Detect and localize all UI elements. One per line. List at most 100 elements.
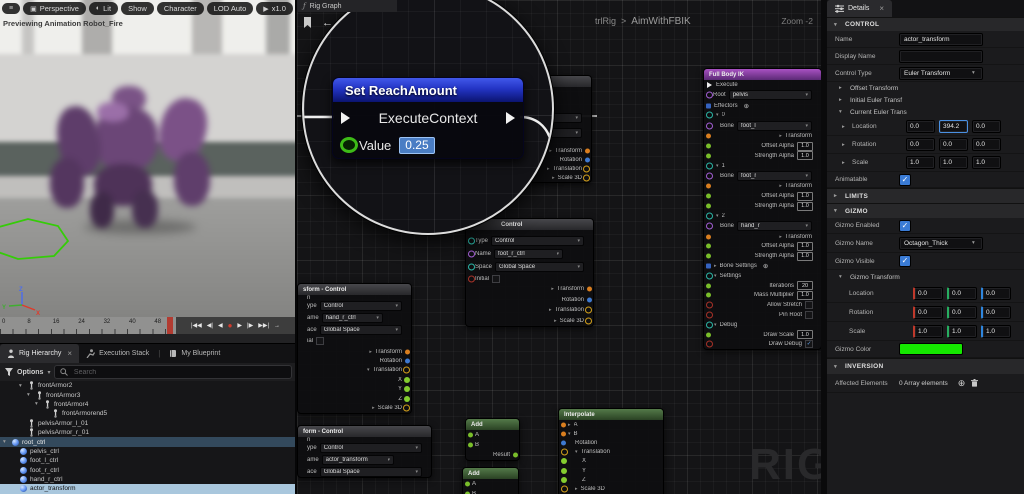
orange-pin[interactable] [587, 287, 592, 292]
purple-pin[interactable] [706, 173, 713, 180]
tree-item-foot_l_ctrl[interactable]: foot_l_ctrl [0, 456, 297, 465]
gizmo-octagon-outline[interactable] [0, 210, 90, 270]
red-pin[interactable] [706, 341, 713, 348]
red-pin[interactable] [468, 276, 475, 283]
yellow-pin[interactable] [583, 165, 590, 172]
play-button[interactable]: ▶ [237, 323, 242, 329]
greenbig-pin[interactable] [561, 468, 567, 474]
node-dropdown[interactable]: actor_transform▾ [322, 455, 394, 465]
node-checkbox[interactable]: ✓ [805, 340, 813, 348]
cyan-pin[interactable] [706, 272, 713, 279]
vector-field[interactable]: 1.0 [981, 325, 1011, 338]
node-dropdown[interactable]: hand_r▾ [737, 221, 812, 231]
section-caret-icon[interactable]: ▾ [834, 364, 840, 370]
tree-item-pelvisArmor_l_01[interactable]: pelvisArmor_l_01 [0, 419, 297, 428]
vector-field[interactable]: 0.0 [939, 138, 968, 151]
row-caret-icon[interactable]: ▸ [842, 142, 848, 148]
node-get-transform-hand-r[interactable]: sform - ControlnypeControl▾amehand_r_ctr… [297, 283, 412, 414]
orange-pin[interactable] [585, 148, 590, 153]
pin-caret-icon[interactable]: ▸ [714, 263, 717, 269]
green-pin[interactable] [468, 443, 473, 448]
text-field[interactable] [899, 50, 983, 63]
expand-caret-icon[interactable]: ▾ [19, 383, 25, 389]
lit-button[interactable]: ◐Lit [89, 2, 118, 15]
vector-field[interactable]: 0.0 [981, 306, 1011, 319]
bookmark-icon[interactable] [303, 17, 312, 29]
color-swatch[interactable] [899, 343, 963, 355]
group-initial-euler-transf[interactable]: ▸Initial Euler Transf [827, 94, 1024, 106]
pin-caret-icon[interactable]: ▸ [549, 307, 552, 313]
yellow-pin[interactable] [583, 174, 590, 181]
node-interpolate[interactable]: Interpolate▸A▾BRotation▾TranslationXYZ▸S… [558, 408, 664, 494]
vector-field[interactable]: 0.0 [913, 287, 943, 300]
node-dropdown[interactable]: Global Space▾ [320, 467, 422, 477]
to-end-button[interactable]: ▶▶| [258, 323, 269, 329]
section-caret-icon[interactable]: ▾ [834, 208, 840, 214]
vector-field[interactable]: 0.0 [947, 287, 977, 300]
group-gizmo-transform[interactable]: ▾Gizmo Transform [827, 270, 1024, 284]
trash-icon[interactable] [971, 379, 978, 387]
pin-caret-icon[interactable]: ▸ [779, 234, 782, 240]
add-array-element-icon[interactable]: ⊕ [744, 102, 749, 110]
green-pin[interactable] [706, 254, 711, 259]
node-value-field[interactable]: 1.0 [797, 192, 813, 201]
group-caret-icon[interactable]: ▸ [839, 85, 845, 91]
add-element-icon[interactable]: ⊕ [958, 378, 966, 389]
node-full-body-ik[interactable]: Full Body IKExecuteRootpelvis▾Effectors⊕… [703, 68, 821, 350]
tree-item-hand_r_ctrl[interactable]: hand_r_ctrl [0, 475, 297, 484]
row-caret-icon[interactable]: ▸ [842, 124, 848, 130]
back-button[interactable]: ← [322, 17, 333, 29]
vector-field[interactable]: 0.0 [972, 138, 1001, 151]
node-dropdown[interactable]: foot_r_ctrl▾ [494, 249, 563, 259]
orange-pin[interactable] [561, 422, 566, 427]
blue-pin[interactable] [587, 297, 592, 302]
tab-execution-stack[interactable]: Execution Stack [79, 344, 156, 363]
tree-item-pelvis_ctrl[interactable]: pelvis_ctrl [0, 447, 297, 456]
value-pin[interactable] [340, 137, 358, 153]
greenbig-pin[interactable] [404, 377, 410, 383]
timeline-playhead[interactable] [167, 317, 173, 334]
green-pin[interactable] [513, 453, 518, 458]
arr-pin[interactable] [706, 103, 711, 108]
node-dropdown[interactable]: Global Space▾ [495, 262, 584, 272]
blue-pin[interactable] [585, 157, 590, 162]
tree-item-foot_r_ctrl[interactable]: foot_r_ctrl [0, 466, 297, 475]
play-reverse-button[interactable]: ◀ [218, 323, 223, 329]
pin-caret-icon[interactable]: ▸ [575, 486, 578, 492]
step-forward-button[interactable]: |▶ [247, 323, 253, 329]
orange-pin[interactable] [706, 234, 711, 239]
node-checkbox[interactable] [492, 275, 500, 283]
greenbig-pin[interactable] [404, 386, 410, 392]
value-input[interactable]: 0.25 [399, 137, 434, 154]
timeline-scrollbar[interactable] [0, 334, 295, 343]
greenbig-pin[interactable] [561, 458, 567, 464]
execute-in-pin[interactable] [341, 112, 350, 124]
group-caret-icon[interactable]: ▸ [839, 97, 845, 103]
yellow-pin[interactable] [585, 317, 592, 324]
pin-caret-icon[interactable]: ▾ [568, 431, 571, 437]
select-field[interactable]: Octagon_Thick▾ [899, 237, 983, 250]
tab-rig-hierarchy[interactable]: Rig Hierarchy × [0, 344, 79, 363]
pin-caret-icon[interactable]: ▸ [568, 422, 571, 428]
options-button[interactable]: Options [17, 369, 43, 376]
yellow-pin[interactable] [561, 485, 568, 492]
perspective-button[interactable]: ▣Perspective [23, 2, 86, 15]
tab-my-blueprint[interactable]: My Blueprint [162, 344, 227, 363]
execute-pin[interactable] [707, 82, 712, 88]
expand-caret-icon[interactable]: ▾ [714, 273, 717, 279]
expand-caret-icon[interactable]: ▾ [714, 322, 717, 328]
vector-field[interactable]: 1.0 [913, 325, 943, 338]
expand-caret-icon[interactable]: ▾ [716, 112, 719, 118]
yellow-pin[interactable] [585, 307, 592, 314]
greenbig-pin[interactable] [404, 396, 410, 402]
node-value-field[interactable]: 1.0 [797, 142, 813, 151]
expand-caret-icon[interactable]: ▾ [3, 439, 9, 445]
cyan-pin[interactable] [706, 112, 713, 119]
cyan-pin[interactable] [706, 321, 713, 328]
checkbox[interactable]: ✓ [899, 220, 911, 232]
set-reachamount-node[interactable]: Set ReachAmount ExecuteContext Value 0.2… [332, 77, 524, 159]
tree-item-actor_transform[interactable]: actor_transform [0, 484, 297, 493]
expand-caret-icon[interactable]: ▾ [35, 401, 41, 407]
pin-caret-icon[interactable]: ▸ [372, 405, 375, 411]
node-dropdown[interactable]: pelvis▾ [729, 90, 812, 100]
